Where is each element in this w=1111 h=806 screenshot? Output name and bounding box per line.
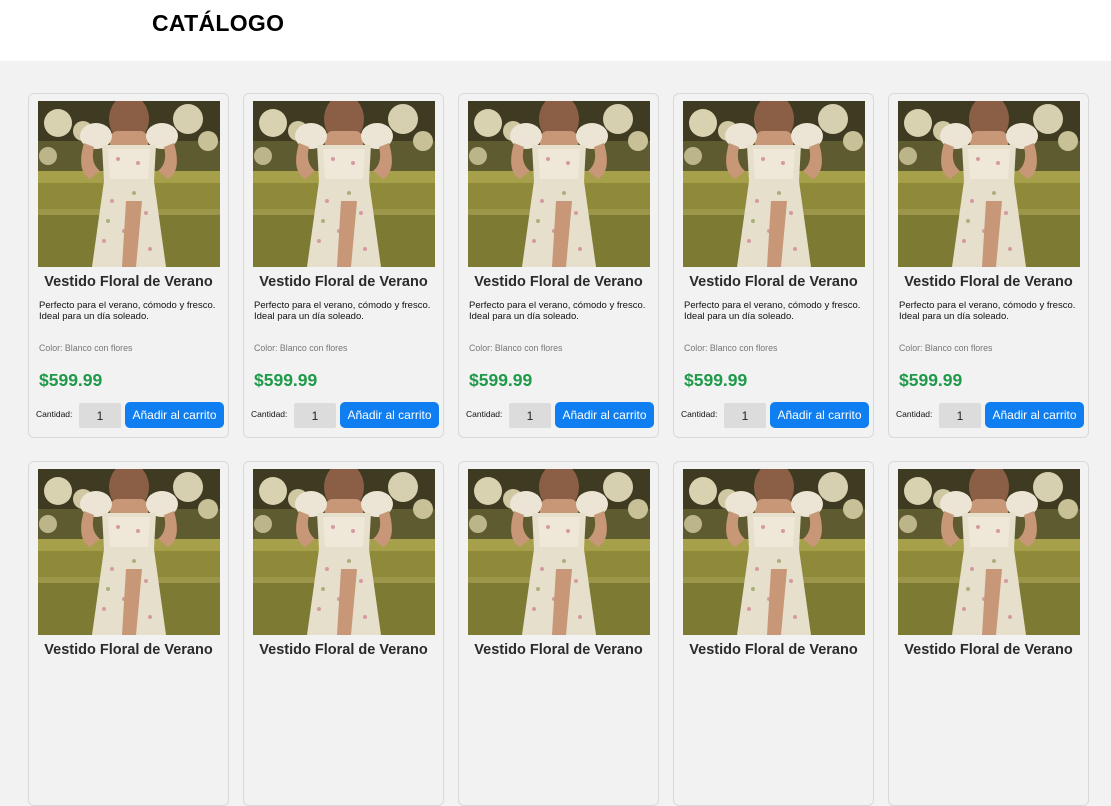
dress-photo-illustration	[468, 469, 650, 635]
quantity-label: Cantidad:	[251, 409, 288, 419]
quantity-label: Cantidad:	[681, 409, 718, 419]
product-card: Vestido Floral de Verano Perfecto para e…	[458, 93, 659, 438]
product-image[interactable]	[468, 469, 650, 635]
product-card: Vestido Floral de Verano Perfecto para e…	[243, 93, 444, 438]
product-price: $599.99	[254, 370, 318, 390]
quantity-input[interactable]	[724, 403, 766, 428]
product-description: Perfecto para el verano, cómodo y fresco…	[39, 300, 216, 322]
dress-photo-illustration	[683, 469, 865, 635]
product-image[interactable]	[683, 101, 865, 267]
product-image[interactable]	[468, 101, 650, 267]
add-to-cart-button[interactable]: Añadir al carrito	[125, 402, 224, 428]
product-color: Color: Blanco con flores	[39, 343, 133, 353]
page-title: CATÁLOGO	[152, 10, 285, 36]
product-price: $599.99	[899, 370, 963, 390]
quantity-label: Cantidad:	[36, 409, 73, 419]
product-title: Vestido Floral de Verano	[689, 642, 858, 658]
quantity-input[interactable]	[294, 403, 336, 428]
quantity-input[interactable]	[79, 403, 121, 428]
product-price: $599.99	[684, 370, 748, 390]
product-image[interactable]	[38, 101, 220, 267]
product-price: $599.99	[469, 370, 533, 390]
product-image[interactable]	[38, 469, 220, 635]
product-description: Perfecto para el verano, cómodo y fresco…	[469, 300, 646, 322]
add-to-cart-button[interactable]: Añadir al carrito	[985, 402, 1084, 428]
add-to-cart-button[interactable]: Añadir al carrito	[770, 402, 869, 428]
product-title: Vestido Floral de Verano	[259, 274, 428, 290]
product-title: Vestido Floral de Verano	[689, 274, 858, 290]
product-card: Vestido Floral de Verano Perfecto para e…	[28, 93, 229, 438]
product-image[interactable]	[253, 101, 435, 267]
dress-photo-illustration	[38, 469, 220, 635]
dress-photo-illustration	[253, 101, 435, 267]
product-color: Color: Blanco con flores	[899, 343, 993, 353]
product-title: Vestido Floral de Verano	[474, 274, 643, 290]
product-title: Vestido Floral de Verano	[44, 642, 213, 658]
dress-photo-illustration	[253, 469, 435, 635]
dress-photo-illustration	[683, 101, 865, 267]
product-card: Vestido Floral de Verano	[243, 461, 444, 806]
product-color: Color: Blanco con flores	[254, 343, 348, 353]
product-card: Vestido Floral de Verano Perfecto para e…	[673, 93, 874, 438]
product-image[interactable]	[898, 469, 1080, 635]
product-description: Perfecto para el verano, cómodo y fresco…	[684, 300, 861, 322]
product-price: $599.99	[39, 370, 103, 390]
dress-photo-illustration	[898, 469, 1080, 635]
product-card: Vestido Floral de Verano	[673, 461, 874, 806]
product-card: Vestido Floral de Verano	[28, 461, 229, 806]
dress-photo-illustration	[468, 101, 650, 267]
product-card: Vestido Floral de Verano	[458, 461, 659, 806]
product-title: Vestido Floral de Verano	[44, 274, 213, 290]
product-title: Vestido Floral de Verano	[904, 642, 1073, 658]
product-title: Vestido Floral de Verano	[259, 642, 428, 658]
product-image[interactable]	[253, 469, 435, 635]
dress-photo-illustration	[898, 101, 1080, 267]
product-title: Vestido Floral de Verano	[474, 642, 643, 658]
page-header: CATÁLOGO	[0, 0, 1111, 61]
product-card: Vestido Floral de Verano	[888, 461, 1089, 806]
product-grid: Vestido Floral de Verano Perfecto para e…	[28, 93, 1090, 806]
add-to-cart-button[interactable]: Añadir al carrito	[555, 402, 654, 428]
product-description: Perfecto para el verano, cómodo y fresco…	[254, 300, 431, 322]
product-image[interactable]	[898, 101, 1080, 267]
product-card: Vestido Floral de Verano Perfecto para e…	[888, 93, 1089, 438]
product-image[interactable]	[683, 469, 865, 635]
dress-photo-illustration	[38, 101, 220, 267]
product-description: Perfecto para el verano, cómodo y fresco…	[899, 300, 1076, 322]
product-color: Color: Blanco con flores	[469, 343, 563, 353]
quantity-input[interactable]	[939, 403, 981, 428]
product-title: Vestido Floral de Verano	[904, 274, 1073, 290]
quantity-label: Cantidad:	[466, 409, 503, 419]
product-color: Color: Blanco con flores	[684, 343, 778, 353]
quantity-input[interactable]	[509, 403, 551, 428]
add-to-cart-button[interactable]: Añadir al carrito	[340, 402, 439, 428]
quantity-label: Cantidad:	[896, 409, 933, 419]
